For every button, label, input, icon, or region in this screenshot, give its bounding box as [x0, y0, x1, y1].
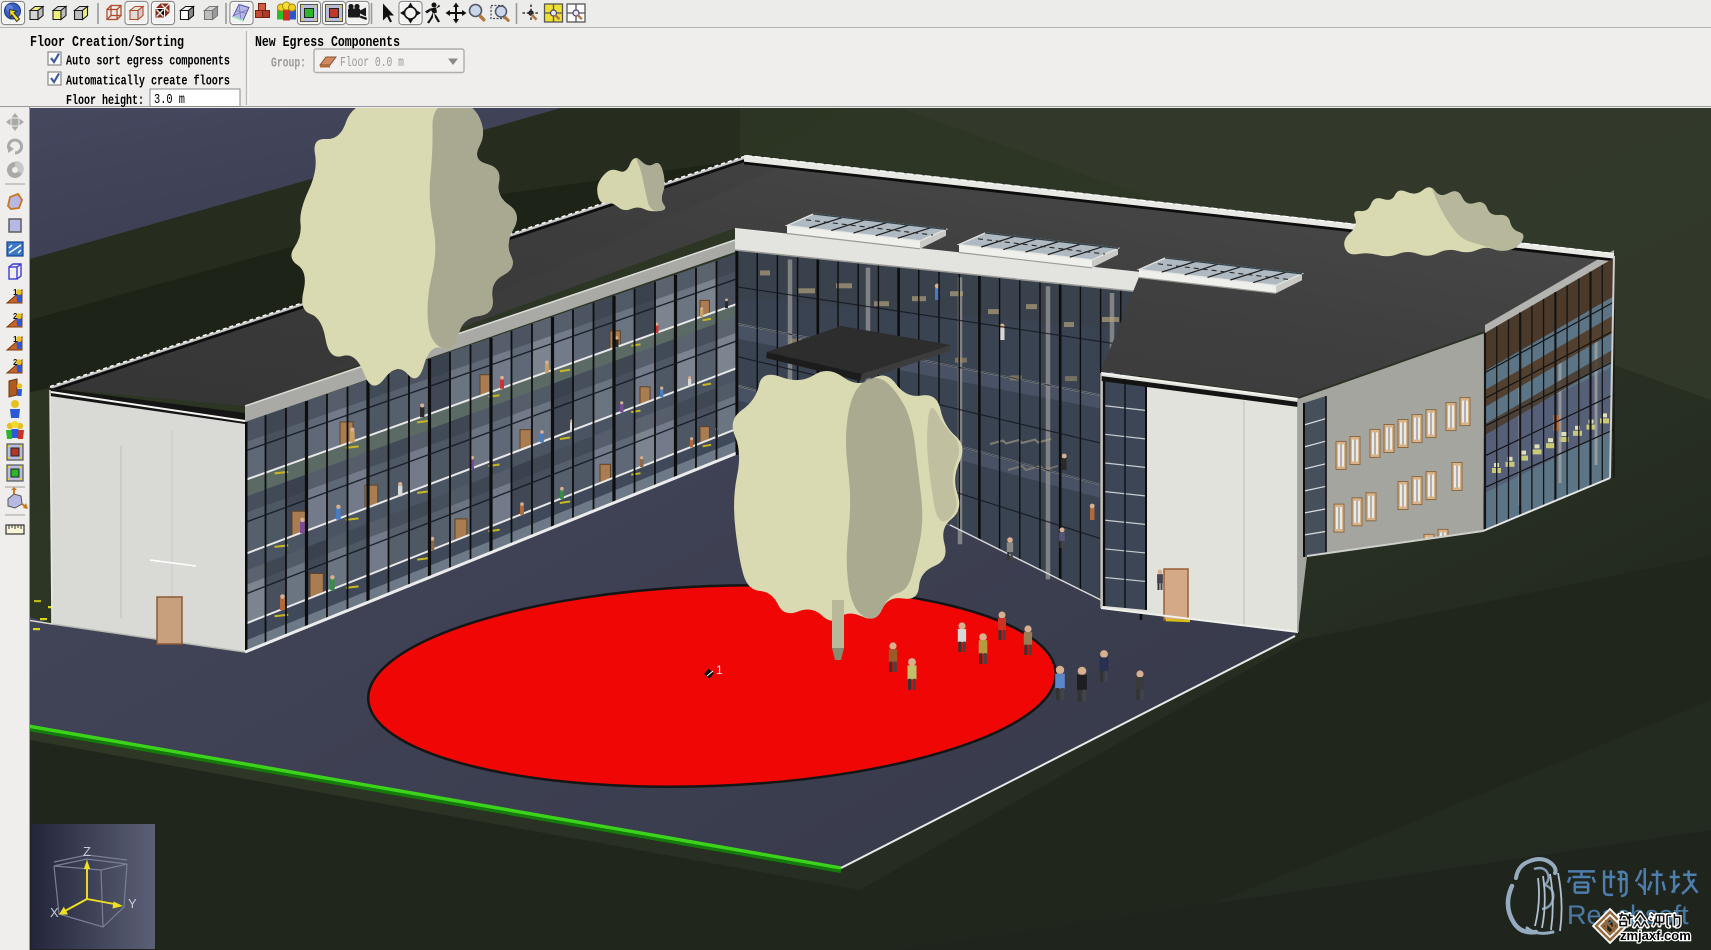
svg-text:3.0 m: 3.0 m: [154, 93, 185, 108]
svg-text:Auto sort egress components: Auto sort egress components: [66, 55, 230, 70]
svg-text:1: 1: [716, 663, 723, 677]
svg-text:Floor height:: Floor height:: [66, 94, 144, 109]
svg-text:Y: Y: [128, 896, 137, 911]
svg-text:Floor 0.0 m: Floor 0.0 m: [340, 56, 404, 71]
svg-text:zmjaxf.com: zmjaxf.com: [1620, 928, 1691, 943]
svg-text:Group:: Group:: [271, 57, 306, 72]
svg-text:Floor Creation/Sorting: Floor Creation/Sorting: [30, 35, 184, 51]
svg-text:X: X: [50, 905, 59, 920]
svg-text:Automatically create floors: Automatically create floors: [66, 75, 230, 90]
svg-text:Z: Z: [83, 844, 91, 859]
